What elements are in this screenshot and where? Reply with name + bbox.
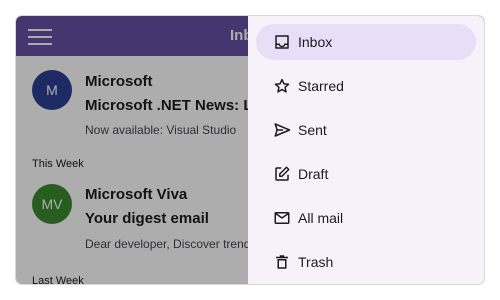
navigation-drawer: Inbox Starred Sent Draft All mail Trash [248, 16, 484, 284]
star-icon [274, 78, 290, 93]
drawer-item-label: Trash [298, 254, 334, 270]
drawer-item-label: All mail [298, 210, 344, 226]
drawer-item-trash[interactable]: Trash [256, 244, 476, 280]
drawer-item-inbox[interactable]: Inbox [256, 24, 476, 60]
mail-icon [274, 212, 290, 224]
drawer-item-sent[interactable]: Sent [256, 112, 476, 148]
drawer-item-draft[interactable]: Draft [256, 156, 476, 192]
draft-icon [275, 166, 290, 181]
drawer-item-label: Draft [298, 166, 329, 182]
drawer-item-label: Inbox [298, 34, 333, 50]
drawer-item-starred[interactable]: Starred [256, 68, 476, 104]
drawer-item-all-mail[interactable]: All mail [256, 200, 476, 236]
drawer-item-label: Starred [298, 78, 344, 94]
send-icon [274, 123, 291, 137]
app-window: Inbox M Microsoft Microsoft .NET News: L… [16, 16, 484, 284]
trash-icon [276, 255, 288, 269]
drawer-item-label: Sent [298, 122, 327, 138]
inbox-icon [275, 35, 289, 49]
